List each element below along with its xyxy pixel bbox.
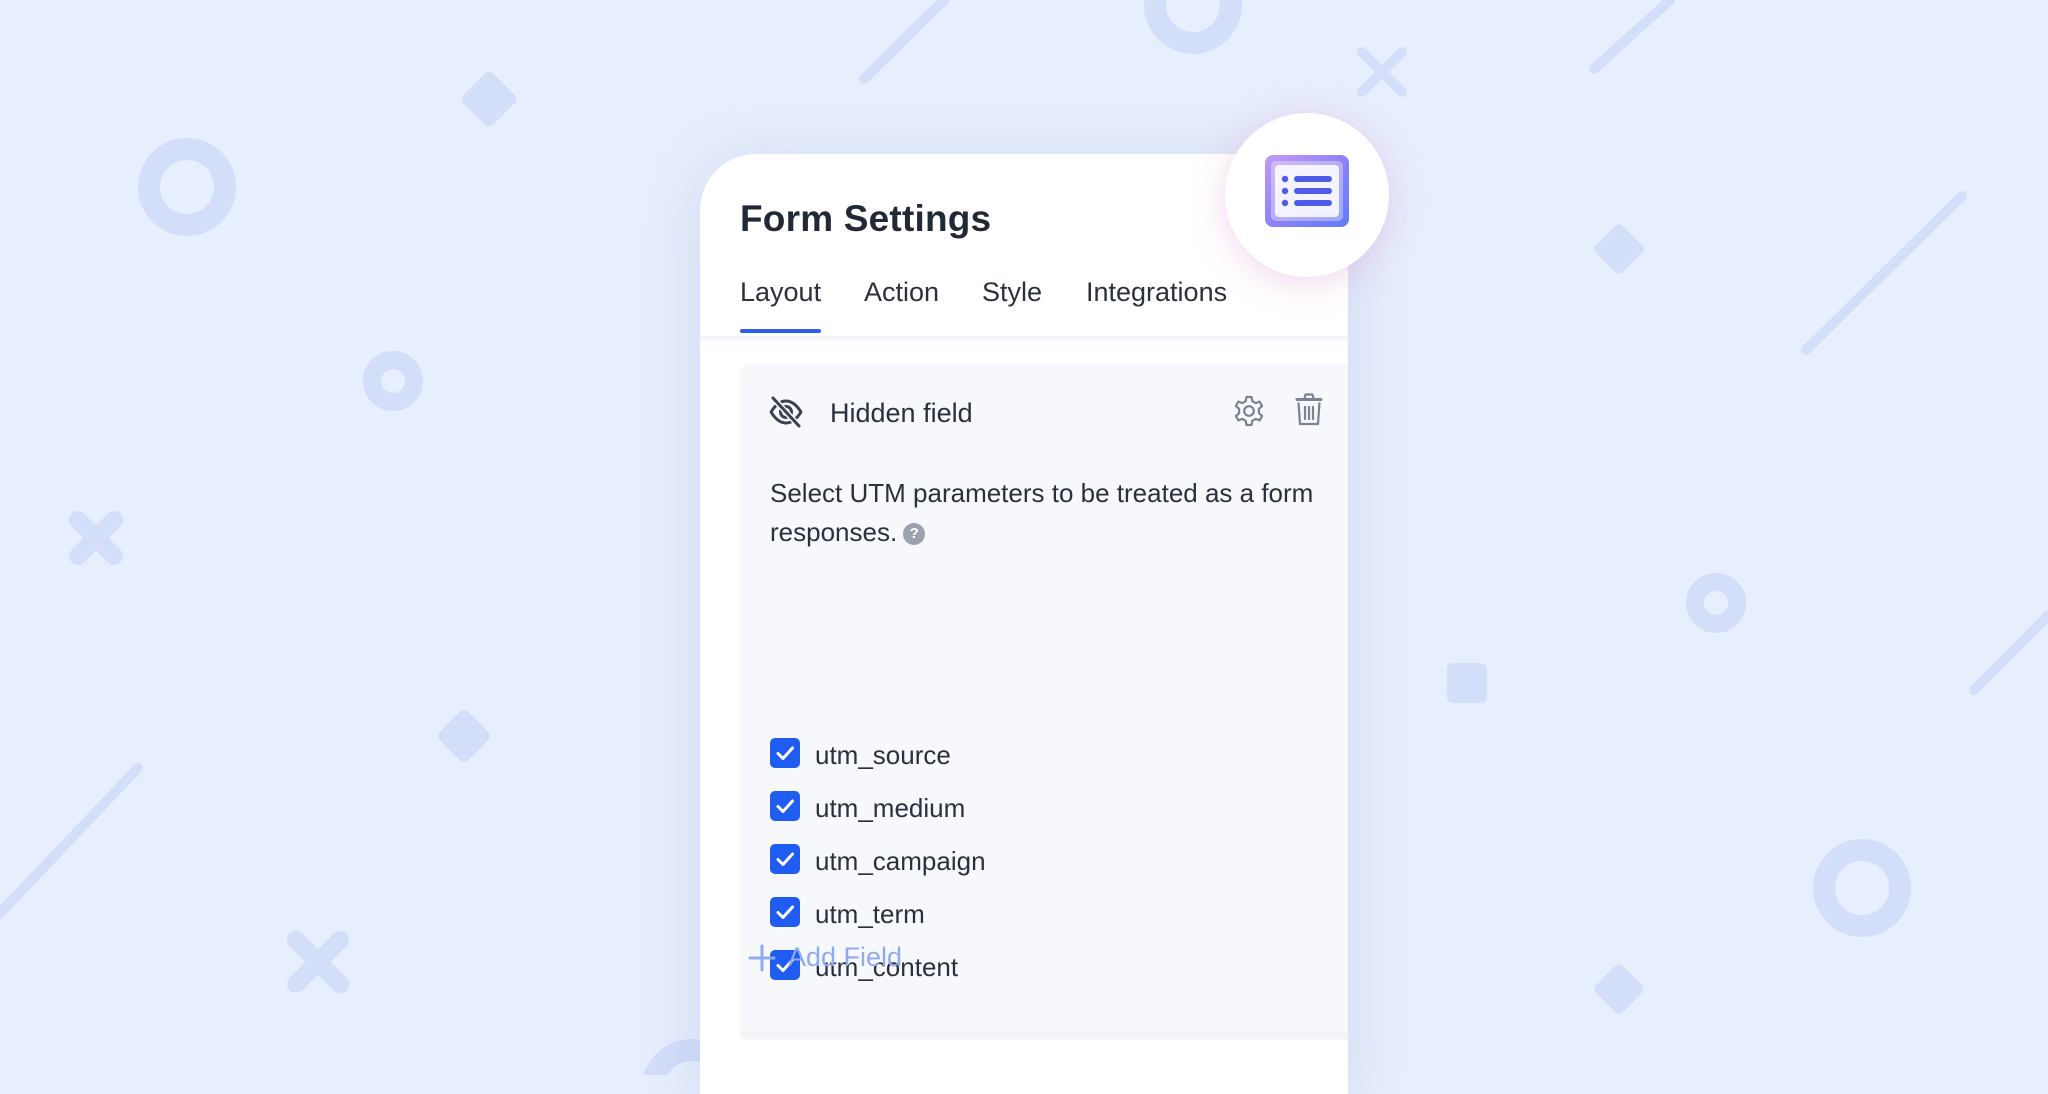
add-field-label: Add Field <box>788 942 903 972</box>
tabs-divider <box>700 336 1348 342</box>
option-utm-term[interactable]: utm_term <box>770 895 1170 931</box>
checkbox-checked[interactable] <box>770 844 800 874</box>
checkmark-icon <box>776 746 794 760</box>
add-field-button[interactable]: Add Field <box>748 936 948 976</box>
option-label: utm_campaign <box>815 846 986 876</box>
form-settings-panel: Form Settings Layout Action Style Integr… <box>700 154 1348 1094</box>
question-icon[interactable]: ? <box>903 523 926 545</box>
checkmark-icon <box>776 799 794 813</box>
eye-slash-icon <box>769 395 803 429</box>
field-description: Select UTM parameters to be treated as a… <box>770 474 1340 552</box>
checkmark-icon <box>776 905 794 919</box>
field-header: Hidden field <box>740 364 1348 454</box>
trash-icon[interactable] <box>1294 393 1324 427</box>
checkbox-checked[interactable] <box>770 791 800 821</box>
bottom-divider <box>740 1032 1348 1042</box>
checkbox-checked[interactable] <box>770 738 800 768</box>
option-label: utm_medium <box>815 793 966 823</box>
tab-style[interactable]: Style <box>982 279 1042 306</box>
checkmark-icon <box>776 852 794 866</box>
plus-icon <box>748 944 776 972</box>
tab-layout[interactable]: Layout <box>740 279 822 333</box>
checkbox-checked[interactable] <box>770 897 800 927</box>
field-type-label: Hidden field <box>830 398 973 428</box>
option-utm-campaign[interactable]: utm_campaign <box>770 842 1170 878</box>
gear-icon[interactable] <box>1232 394 1266 428</box>
description-text: Select UTM parameters to be treated as a… <box>770 478 1314 547</box>
form-list-icon <box>1265 155 1349 227</box>
option-utm-source[interactable]: utm_source <box>770 736 1170 772</box>
option-utm-medium[interactable]: utm_medium <box>770 789 1170 825</box>
option-label: utm_source <box>815 740 951 770</box>
page-title: Form Settings <box>740 198 992 239</box>
option-label: utm_term <box>815 899 925 929</box>
form-badge <box>1225 113 1389 277</box>
tab-integrations[interactable]: Integrations <box>1086 279 1227 306</box>
tab-action[interactable]: Action <box>864 279 939 306</box>
